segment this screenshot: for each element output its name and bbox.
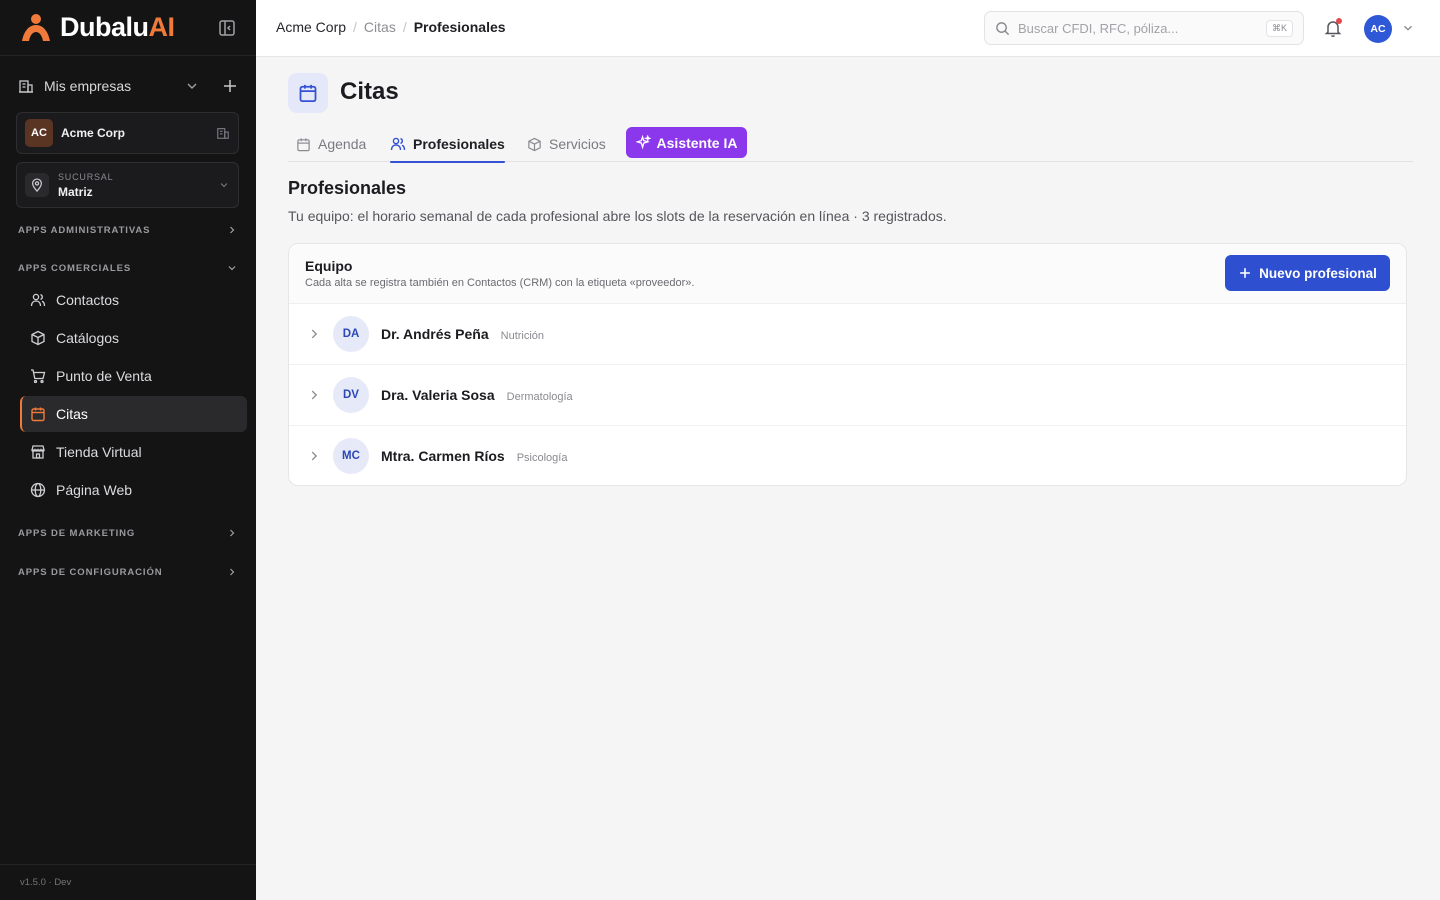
team-card: Equipo Cada alta se registra también en … xyxy=(288,243,1407,486)
professional-avatar: MC xyxy=(333,438,369,474)
sidebar-item-catalogos[interactable]: Catálogos xyxy=(20,320,247,356)
professional-specialty: Psicología xyxy=(516,452,568,464)
tab-agenda[interactable]: Agenda xyxy=(296,127,366,161)
professional-row[interactable]: DV Dra. Valeria Sosa Dermatología xyxy=(289,365,1406,426)
professional-name: Dra. Valeria Sosa xyxy=(381,387,495,403)
sucursal-selector[interactable]: SUCURSAL Matriz xyxy=(16,162,239,208)
chevron-right-icon[interactable] xyxy=(307,388,321,402)
section-description: Tu equipo: el horario semanal de cada pr… xyxy=(288,208,947,224)
new-professional-button[interactable]: Nuevo profesional xyxy=(1225,255,1390,291)
professional-row[interactable]: MC Mtra. Carmen Ríos Psicología xyxy=(289,426,1406,485)
breadcrumb-company[interactable]: Acme Corp xyxy=(276,19,346,35)
search-icon xyxy=(995,21,1010,36)
users-icon xyxy=(390,136,406,152)
company-badge: AC xyxy=(25,119,53,147)
breadcrumb-citas[interactable]: Citas xyxy=(364,19,396,35)
map-pin-icon xyxy=(25,173,49,197)
chevron-right-icon[interactable] xyxy=(307,327,321,341)
chevron-right-icon xyxy=(226,527,238,539)
box-icon xyxy=(30,330,46,346)
tab-servicios[interactable]: Servicios xyxy=(527,127,606,161)
collapse-sidebar-icon[interactable] xyxy=(218,19,236,37)
section-apps-marketing[interactable]: APPS DE MARKETING xyxy=(18,525,238,541)
building-icon xyxy=(216,126,230,140)
version-label: v1.5.0 · Dev xyxy=(0,864,256,900)
notifications-bell-icon[interactable] xyxy=(1323,18,1343,38)
chevron-right-icon[interactable] xyxy=(307,449,321,463)
team-card-title: Equipo xyxy=(305,258,353,274)
search-input[interactable] xyxy=(1018,20,1266,36)
search-box[interactable]: ⌘K xyxy=(984,11,1304,45)
calendar-icon xyxy=(30,406,46,422)
chevron-down-icon xyxy=(226,262,238,274)
calendar-icon xyxy=(296,137,311,152)
topbar: Acme Corp / Citas / Profesionales ⌘K AC xyxy=(256,0,1440,57)
professional-specialty: Dermatología xyxy=(506,391,573,403)
section-apps-configuracion[interactable]: APPS DE CONFIGURACIÓN xyxy=(18,564,238,580)
section-apps-comerciales[interactable]: APPS COMERCIALES xyxy=(18,260,238,276)
store-icon xyxy=(30,444,46,460)
tab-profesionales[interactable]: Profesionales xyxy=(390,127,505,163)
chevron-down-icon xyxy=(218,179,230,191)
main-content: Citas Agenda Profesionales Servicios Asi… xyxy=(256,57,1440,900)
professional-avatar: DA xyxy=(333,316,369,352)
sucursal-label: SUCURSAL xyxy=(58,171,114,182)
breadcrumb: Acme Corp / Citas / Profesionales xyxy=(276,19,506,35)
page-title: Citas xyxy=(340,78,399,105)
tabs: Agenda Profesionales Servicios Asistente… xyxy=(288,127,1413,163)
brand: DubaluAI xyxy=(0,0,256,56)
team-card-subtitle: Cada alta se registra también en Contact… xyxy=(305,277,695,289)
sidebar-item-punto-de-venta[interactable]: Punto de Venta xyxy=(20,358,247,394)
breadcrumb-current: Profesionales xyxy=(413,19,506,35)
dubalu-logo-icon xyxy=(18,13,54,43)
calendar-icon xyxy=(288,73,328,113)
sidebar-item-citas[interactable]: Citas xyxy=(20,396,247,432)
sidebar-item-contactos[interactable]: Contactos xyxy=(20,282,247,318)
professional-name: Dr. Andrés Peña xyxy=(381,326,489,342)
section-apps-administrativas[interactable]: APPS ADMINISTRATIVAS xyxy=(18,222,238,238)
search-shortcut: ⌘K xyxy=(1265,19,1293,37)
user-avatar[interactable]: AC xyxy=(1364,15,1392,43)
add-company-icon[interactable] xyxy=(222,78,238,94)
brand-name: DubaluAI xyxy=(60,12,175,42)
professional-name: Mtra. Carmen Ríos xyxy=(381,448,505,464)
chevron-right-icon xyxy=(226,566,238,578)
cart-icon xyxy=(30,368,46,384)
team-card-header: Equipo Cada alta se registra también en … xyxy=(289,244,1406,304)
company-name: Acme Corp xyxy=(61,126,126,140)
building-icon xyxy=(18,78,34,94)
sparkles-icon xyxy=(635,135,651,150)
section-title: Profesionales xyxy=(288,178,407,198)
sidebar-item-tienda-virtual[interactable]: Tienda Virtual xyxy=(20,434,247,470)
company-selector[interactable]: AC Acme Corp xyxy=(16,112,239,154)
professional-row[interactable]: DA Dr. Andrés Peña Nutrición xyxy=(289,304,1406,365)
chevron-right-icon xyxy=(226,224,238,236)
globe-icon xyxy=(30,482,46,498)
sidebar: DubaluAI Mis empresas AC Acme Corp SUCUR… xyxy=(0,0,256,900)
sucursal-value: Matriz xyxy=(58,184,93,199)
ai-assistant-button[interactable]: Asistente IA xyxy=(626,127,747,158)
professional-specialty: Nutrición xyxy=(500,330,545,342)
plus-icon xyxy=(1238,266,1252,280)
mis-empresas-header[interactable]: Mis empresas xyxy=(18,72,238,100)
chevron-down-icon[interactable] xyxy=(1401,21,1415,35)
sidebar-item-pagina-web[interactable]: Página Web xyxy=(20,472,247,508)
notification-dot xyxy=(1336,18,1342,24)
users-icon xyxy=(30,292,46,308)
box-icon xyxy=(527,137,542,152)
chevron-down-icon[interactable] xyxy=(184,78,200,94)
professional-avatar: DV xyxy=(333,377,369,413)
